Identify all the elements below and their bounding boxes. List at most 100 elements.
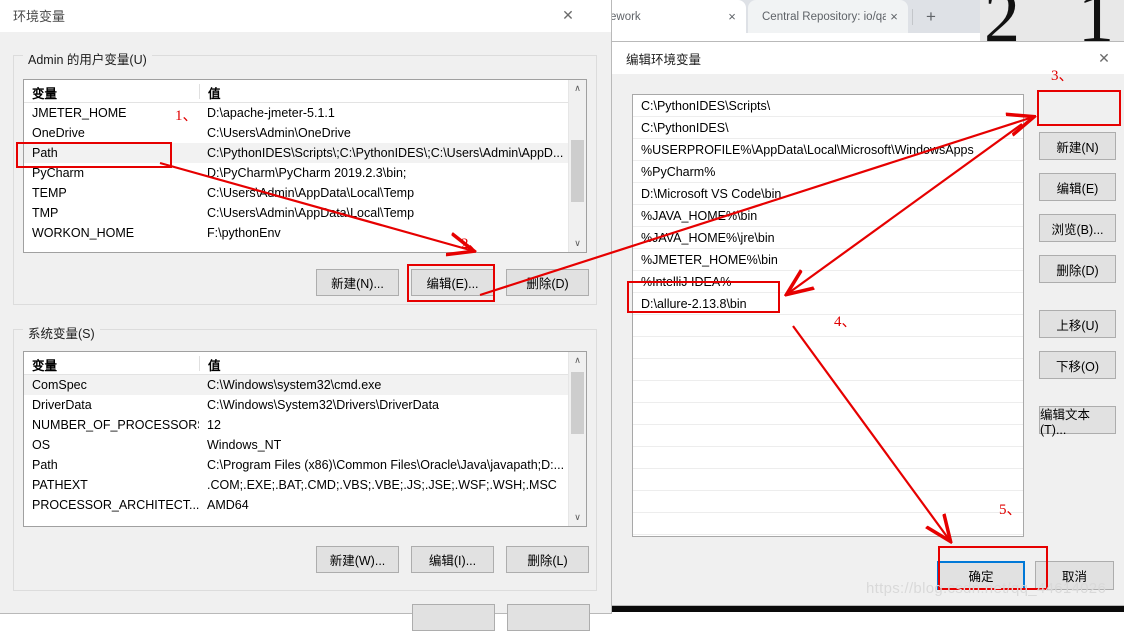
variable-value-cell: C:\Program Files (x86)\Common Files\Orac…	[207, 458, 565, 472]
table-row[interactable]: WORKON_HOME F:\pythonEnv	[24, 223, 586, 243]
column-header-value: 值	[208, 87, 221, 101]
system-edit-button[interactable]: 编辑(I)...	[411, 546, 494, 573]
scroll-thumb[interactable]	[571, 372, 584, 434]
path-entry-empty-row[interactable]	[633, 513, 1023, 535]
close-icon[interactable]: ×	[724, 10, 740, 23]
edit-environment-variable-dialog: 编辑环境变量 ✕ C:\PythonIDES\Scripts\ C:\Python…	[611, 41, 1124, 606]
variable-value-cell: C:\Users\Admin\AppData\Local\Temp	[207, 186, 415, 200]
path-entry-empty-row[interactable]	[633, 403, 1023, 425]
env-dialog-title: 环境变量	[13, 9, 66, 24]
close-icon[interactable]: ✕	[1083, 44, 1124, 74]
path-entry-empty-row[interactable]	[633, 337, 1023, 359]
watermark: https://blog.csdn.net/qq_44614026	[866, 580, 1107, 597]
user-new-button[interactable]: 新建(N)...	[316, 269, 399, 296]
user-table-header: 变量 值	[24, 80, 586, 103]
path-entry-row[interactable]: %USERPROFILE%\AppData\Local\Microsoft\Wi…	[633, 139, 1023, 161]
variable-name-cell: DriverData	[32, 398, 92, 412]
user-edit-button[interactable]: 编辑(E)...	[411, 269, 494, 296]
path-entry-row[interactable]: %PyCharm%	[633, 161, 1023, 183]
user-delete-button[interactable]: 删除(D)	[506, 269, 589, 296]
big-digit-left: 2	[984, 0, 1020, 45]
path-entry-row[interactable]: %JAVA_HOME%\jre\bin	[633, 227, 1023, 249]
edit-new-button[interactable]: 新建(N)	[1039, 132, 1116, 160]
path-entry-empty-row[interactable]	[633, 447, 1023, 469]
variable-name-cell: PROCESSOR_ARCHITECT...	[32, 498, 199, 512]
big-digit-right: 1	[1078, 0, 1114, 45]
path-entry-row[interactable]: %JAVA_HOME%\bin	[633, 205, 1023, 227]
user-variables-table[interactable]: 变量 值 JMETER_HOME D:\apache-jmeter-5.1.1 On…	[23, 79, 587, 253]
variable-value-cell: Windows_NT	[207, 438, 282, 452]
path-entry-empty-row[interactable]	[633, 469, 1023, 491]
table-row[interactable]: Path C:\PythonIDES\Scripts\;C:\PythonIDES…	[24, 143, 586, 163]
table-row[interactable]: PATHEXT .COM;.EXE;.BAT;.CMD;.VBS;.VBE;.JS…	[24, 475, 586, 495]
table-row[interactable]: Path C:\Program Files (x86)\Common Files\…	[24, 455, 586, 475]
path-entry-empty-row[interactable]	[633, 315, 1023, 337]
edit-edittext-button[interactable]: 编辑文本(T)...	[1039, 406, 1116, 437]
system-delete-button[interactable]: 删除(L)	[506, 546, 589, 573]
path-entry-row[interactable]: D:\allure-2.13.8\bin	[633, 293, 1023, 315]
variable-name-cell: NUMBER_OF_PROCESSORS	[32, 418, 199, 432]
close-icon[interactable]: ✕	[547, 1, 589, 31]
scroll-up-icon[interactable]: ∧	[569, 80, 586, 97]
table-row[interactable]: TEMP C:\Users\Admin\AppData\Local\Temp	[24, 183, 586, 203]
variable-name-cell: Path	[32, 458, 58, 472]
table-row[interactable]: NUMBER_OF_PROCESSORS 12	[24, 415, 586, 435]
env-ok-button[interactable]	[412, 604, 495, 631]
path-entry-row[interactable]: C:\PythonIDES\Scripts\	[633, 95, 1023, 117]
browser-tab-1[interactable]: ework ×	[596, 0, 746, 33]
variable-value-cell: 12	[207, 418, 221, 432]
path-entry-empty-row[interactable]	[633, 425, 1023, 447]
variable-value-cell: F:\pythonEnv	[207, 226, 281, 240]
scroll-thumb[interactable]	[571, 140, 584, 202]
edit-moveup-button[interactable]: 上移(U)	[1039, 310, 1116, 338]
edit-edit-button[interactable]: 编辑(E)	[1039, 173, 1116, 201]
variable-name-cell: TMP	[32, 206, 59, 220]
new-tab-button[interactable]: +	[920, 6, 942, 28]
system-table-body: ComSpec C:\Windows\system32\cmd.exe Driver…	[24, 375, 586, 515]
variable-value-cell: C:\Users\Admin\AppData\Local\Temp	[207, 206, 415, 220]
variable-value-cell: C:\Windows\System32\Drivers\DriverData	[207, 398, 439, 412]
table-row[interactable]: OneDrive C:\Users\Admin\OneDrive	[24, 123, 586, 143]
annotation-number-2: 2、	[461, 236, 484, 252]
close-icon[interactable]: ×	[886, 10, 902, 23]
path-entry-row[interactable]: C:\PythonIDES\	[633, 117, 1023, 139]
scroll-up-icon[interactable]: ∧	[569, 352, 586, 369]
path-entry-row[interactable]: D:\Microsoft VS Code\bin	[633, 183, 1023, 205]
background-large-digits: 2 1	[980, 0, 1124, 45]
path-entries-list[interactable]: C:\PythonIDES\Scripts\ C:\PythonIDES\ %USE…	[632, 94, 1024, 537]
annotation-number-4: 4、	[834, 314, 857, 330]
variable-name-cell: ComSpec	[32, 378, 87, 392]
path-entry-empty-row[interactable]	[633, 491, 1023, 513]
column-header-value: 值	[208, 359, 221, 373]
path-entry-empty-row[interactable]	[633, 359, 1023, 381]
table-row[interactable]: PyCharm D:\PyCharm\PyCharm 2019.2.3\bin;	[24, 163, 586, 183]
annotation-number-1: 1、	[175, 108, 198, 124]
env-cancel-button[interactable]	[507, 604, 590, 631]
table-row[interactable]: DriverData C:\Windows\System32\Drivers\Dr…	[24, 395, 586, 415]
variable-name-cell: OS	[32, 438, 51, 452]
path-entry-row[interactable]: %IntelliJ IDEA%	[633, 271, 1023, 293]
variable-value-cell: .COM;.EXE;.BAT;.CMD;.VBS;.VBE;.JS;.JSE;.…	[207, 478, 557, 492]
user-table-scrollbar[interactable]: ∧ ∨	[568, 80, 586, 252]
browser-tab-2[interactable]: Central Repository: io/qameta ×	[748, 0, 908, 33]
table-row[interactable]: OS Windows_NT	[24, 435, 586, 455]
scroll-down-icon[interactable]: ∨	[569, 509, 586, 526]
environment-variables-dialog: 环境变量 ✕ Admin 的用户变量(U) 变量 值 JMETER_HOME D:…	[0, 0, 612, 631]
table-row[interactable]: JMETER_HOME D:\apache-jmeter-5.1.1	[24, 103, 586, 123]
path-entry-empty-row[interactable]	[633, 381, 1023, 403]
system-new-button[interactable]: 新建(W)...	[316, 546, 399, 573]
table-row[interactable]: ComSpec C:\Windows\system32\cmd.exe	[24, 375, 586, 395]
variable-name-cell: OneDrive	[32, 126, 85, 140]
table-row[interactable]: PROCESSOR_ARCHITECT... AMD64	[24, 495, 586, 515]
edit-movedown-button[interactable]: 下移(O)	[1039, 351, 1116, 379]
browser-tab-2-label: Central Repository: io/qameta	[762, 10, 886, 23]
path-entry-row[interactable]: %JMETER_HOME%\bin	[633, 249, 1023, 271]
system-variables-table[interactable]: 变量 值 ComSpec C:\Windows\system32\cmd.exe D…	[23, 351, 587, 527]
system-table-scrollbar[interactable]: ∧ ∨	[568, 352, 586, 526]
variable-name-cell: TEMP	[32, 186, 67, 200]
variable-name-cell: JMETER_HOME	[32, 106, 127, 120]
edit-delete-button[interactable]: 删除(D)	[1039, 255, 1116, 283]
table-row[interactable]: TMP C:\Users\Admin\AppData\Local\Temp	[24, 203, 586, 223]
edit-browse-button[interactable]: 浏览(B)...	[1039, 214, 1116, 242]
scroll-down-icon[interactable]: ∨	[569, 235, 586, 252]
